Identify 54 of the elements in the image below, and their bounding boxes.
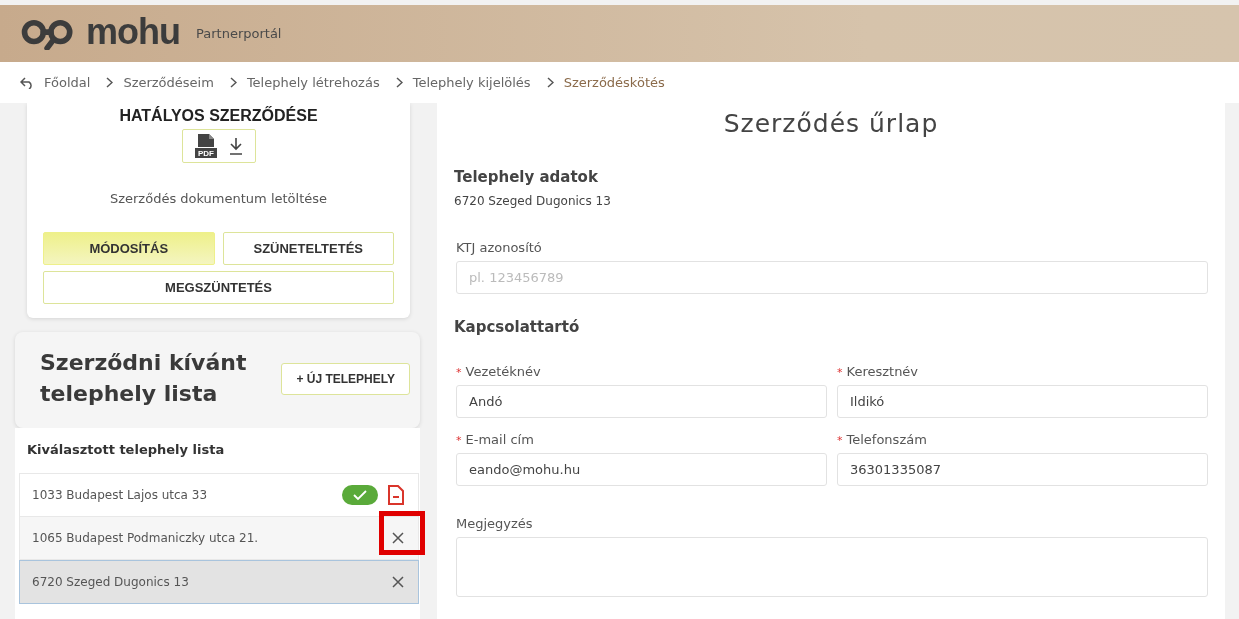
document-icon[interactable]	[388, 484, 404, 505]
input-field[interactable]: Andó	[456, 385, 827, 418]
site-address: 1065 Budapest Podmaniczky utca 21.	[32, 530, 260, 545]
pdf-icon-label: PDF	[197, 149, 214, 158]
action-button[interactable]: MÓDOSÍTÁS	[43, 232, 215, 265]
close-icon[interactable]	[392, 575, 404, 588]
card-title: HATÁLYOS SZERZŐDÉSE	[119, 107, 318, 125]
breadcrumb-link[interactable]: Telephely létrehozás	[246, 75, 380, 90]
list-subtitle: Kiválasztott telephely lista	[26, 441, 226, 457]
required-mark: *	[456, 434, 462, 447]
site-address: 6720 Szeged Dugonics 13	[32, 574, 190, 589]
field-label: Telefonszám	[846, 432, 927, 447]
input-field[interactable]: Ildikó	[837, 385, 1208, 418]
breadcrumb-link[interactable]: Szerződéseim	[123, 75, 214, 90]
section-heading: Kapcsolattartó	[454, 318, 581, 336]
highlight-frame	[379, 510, 425, 555]
chevron-icon	[106, 77, 114, 88]
close-icon[interactable]	[392, 531, 404, 544]
form-title: Szerződés űrlap	[722, 109, 940, 138]
site-row[interactable]: 6720 Szeged Dugonics 13	[19, 559, 419, 604]
field-label: Megjegyzés	[456, 516, 534, 531]
portal-title: Partnerportál	[196, 26, 282, 41]
download-button[interactable]: PDF	[181, 129, 256, 163]
field-label: Vezetéknév	[465, 364, 541, 379]
breadcrumb-link[interactable]: Szerződéskötés	[563, 75, 665, 90]
breadcrumb-link[interactable]: Főoldal	[44, 75, 91, 90]
input-field[interactable]: eando@mohu.hu	[456, 453, 827, 486]
site-address: 6720 Szeged Dugonics 13	[454, 194, 612, 208]
input-field[interactable]: 36301335087	[837, 453, 1208, 486]
chevron-icon	[229, 77, 237, 88]
section-title: Szerződni kívánt telephely lista	[40, 349, 248, 408]
chevron-icon	[395, 77, 403, 88]
back-icon[interactable]	[20, 76, 34, 89]
logo-text: mohu	[86, 10, 180, 53]
new-site-button[interactable]: + ÚJ TELEPHELY	[281, 362, 410, 395]
section-heading: Telephely adatok	[454, 168, 599, 186]
field-label: E-mail cím	[465, 432, 534, 447]
action-button[interactable]: SZÜNETELTETÉS	[222, 232, 394, 265]
chevron-icon	[546, 77, 554, 88]
breadcrumb-link[interactable]: Telephely kijelölés	[412, 75, 531, 90]
site-address: 1033 Budapest Lajos utca 33	[32, 487, 209, 502]
required-mark: *	[837, 434, 843, 447]
download-caption: Szerződés dokumentum letöltése	[109, 191, 328, 206]
required-mark: *	[456, 366, 462, 379]
download-icon	[228, 137, 243, 155]
check-toggle-icon	[342, 484, 378, 505]
field-label: KTJ azonosító	[456, 240, 543, 255]
input-field[interactable]: pl. 123456789	[456, 261, 1208, 294]
note-field[interactable]	[456, 537, 1208, 597]
action-button[interactable]: MEGSZÜNTETÉS	[43, 271, 394, 304]
required-mark: *	[837, 366, 843, 379]
site-row[interactable]: 1065 Budapest Podmaniczky utca 21.	[19, 516, 419, 560]
site-row[interactable]: 1033 Budapest Lajos utca 33	[19, 472, 419, 517]
field-label: Keresztnév	[846, 364, 919, 379]
